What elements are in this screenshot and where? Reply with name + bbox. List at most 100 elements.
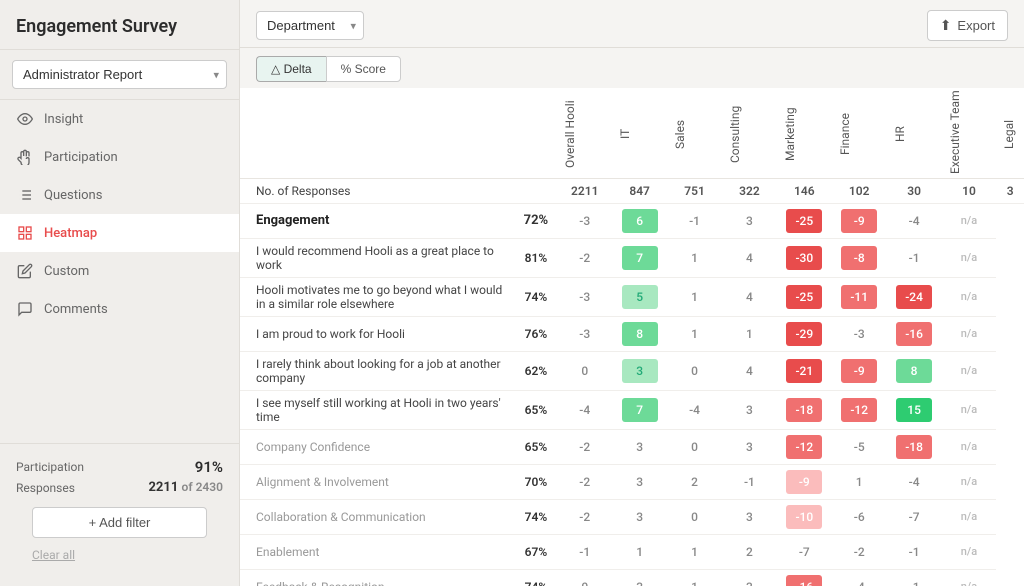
cell-5-3: 3	[722, 390, 777, 429]
toggle-delta-button[interactable]: △ Delta	[256, 56, 326, 82]
cell-9-5: -2	[832, 534, 887, 569]
department-dropdown-wrapper[interactable]: Department	[256, 11, 364, 40]
responses-val-6: 30	[887, 178, 942, 203]
cell-value-7-0: -2	[567, 470, 603, 494]
table-row: I would recommend Hooli as a great place…	[240, 238, 1024, 277]
cell-value-10-1: 3	[622, 575, 658, 586]
clear-all-link[interactable]: Clear all	[16, 546, 223, 572]
row-label-6: Company Confidence	[240, 429, 515, 464]
cell-value-4-0: 0	[567, 359, 603, 383]
table-row: I rarely think about looking for a job a…	[240, 351, 1024, 390]
cell-value-3-1: 8	[622, 322, 658, 346]
toggle-score-button[interactable]: % Score	[326, 56, 401, 82]
cell-0-5: -9	[832, 203, 887, 238]
cell-value-9-3: 2	[731, 540, 767, 564]
report-dropdown[interactable]: Administrator Report Manager Report	[12, 60, 227, 89]
cell-value-5-6: 15	[896, 398, 932, 422]
row-pct-8: 74%	[515, 499, 558, 534]
cell-value-1-1: 7	[622, 246, 658, 270]
row-pct-5: 65%	[515, 390, 558, 429]
add-filter-button[interactable]: + Add filter	[32, 507, 207, 538]
cell-9-2: 1	[667, 534, 722, 569]
cell-0-1: 6	[612, 203, 667, 238]
row-label-9: Enablement	[240, 534, 515, 569]
sidebar-item-heatmap[interactable]: Heatmap	[0, 214, 239, 252]
cell-value-3-0: -3	[567, 322, 603, 346]
cell-6-5: -5	[832, 429, 887, 464]
table-row: Company Confidence65%-2303-12-5-18n/a	[240, 429, 1024, 464]
cell-1-3: 4	[722, 238, 777, 277]
cell-value-9-4: -7	[786, 540, 822, 564]
report-dropdown-wrapper[interactable]: Administrator Report Manager Report	[0, 50, 239, 100]
cell-value-4-1: 3	[622, 359, 658, 383]
grid-icon	[16, 224, 34, 242]
cell-value-4-4: -21	[786, 359, 822, 383]
sidebar-item-comments[interactable]: Comments	[0, 290, 239, 328]
cell-value-8-3: 3	[731, 505, 767, 529]
cell-value-1-5: -8	[841, 246, 877, 270]
cell-value-6-1: 3	[622, 435, 658, 459]
row-label-5: I see myself still working at Hooli in t…	[240, 390, 515, 429]
cell-1-6: -1	[887, 238, 942, 277]
cell-value-8-7: n/a	[951, 505, 987, 529]
sidebar-item-custom[interactable]: Custom	[0, 252, 239, 290]
cell-value-9-7: n/a	[951, 540, 987, 564]
cell-4-7: n/a	[942, 351, 997, 390]
col-header-1: IT	[612, 88, 667, 178]
cell-value-6-6: -18	[896, 435, 932, 459]
cell-4-1: 3	[612, 351, 667, 390]
cell-3-2: 1	[667, 316, 722, 351]
cell-value-3-4: -29	[786, 322, 822, 346]
app-title: Engagement Survey	[0, 0, 239, 50]
cell-8-0: -2	[557, 499, 612, 534]
cell-1-4: -30	[777, 238, 832, 277]
cell-value-9-5: -2	[841, 540, 877, 564]
cell-value-3-5: -3	[841, 322, 877, 346]
cell-value-4-5: -9	[841, 359, 877, 383]
cell-value-8-2: 0	[677, 505, 713, 529]
cell-7-4: -9	[777, 464, 832, 499]
cell-value-4-2: 0	[677, 359, 713, 383]
cell-7-2: 2	[667, 464, 722, 499]
cell-value-5-2: -4	[677, 398, 713, 422]
cell-value-0-1: 6	[622, 209, 658, 233]
export-button[interactable]: ⬆ Export	[927, 10, 1008, 41]
cell-9-6: -1	[887, 534, 942, 569]
cell-8-7: n/a	[942, 499, 997, 534]
cell-8-5: -6	[832, 499, 887, 534]
cell-value-3-2: 1	[677, 322, 713, 346]
cell-value-2-2: 1	[677, 285, 713, 309]
participation-value: 91%	[195, 458, 223, 476]
cell-1-7: n/a	[942, 238, 997, 277]
responses-val-4: 146	[777, 178, 832, 203]
hand-icon	[16, 148, 34, 166]
responses-val-7: 10	[942, 178, 997, 203]
sidebar-item-insight[interactable]: Insight	[0, 100, 239, 138]
row-label-2: Hooli motivates me to go beyond what I w…	[240, 277, 515, 316]
cell-value-8-1: 3	[622, 505, 658, 529]
cell-value-10-7: n/a	[951, 575, 987, 586]
cell-value-7-3: -1	[731, 470, 767, 494]
cell-1-1: 7	[612, 238, 667, 277]
col-header-3: Consulting	[722, 88, 777, 178]
sidebar-item-participation[interactable]: Participation	[0, 138, 239, 176]
responses-val-2: 751	[667, 178, 722, 203]
cell-3-6: -16	[887, 316, 942, 351]
col-header-4: Marketing	[777, 88, 832, 178]
cell-9-4: -7	[777, 534, 832, 569]
cell-value-2-3: 4	[731, 285, 767, 309]
cell-0-2: -1	[667, 203, 722, 238]
department-dropdown[interactable]: Department	[256, 11, 364, 40]
row-pct-7: 70%	[515, 464, 558, 499]
cell-8-2: 0	[667, 499, 722, 534]
cell-value-10-2: 1	[677, 575, 713, 586]
cell-value-7-4: -9	[786, 470, 822, 494]
cell-3-3: 1	[722, 316, 777, 351]
cell-8-3: 3	[722, 499, 777, 534]
cell-value-0-4: -25	[786, 209, 822, 233]
table-row: Engagement72%-36-13-25-9-4n/a	[240, 203, 1024, 238]
cell-value-8-0: -2	[567, 505, 603, 529]
sidebar-item-questions[interactable]: Questions	[0, 176, 239, 214]
cell-value-10-5: -4	[841, 575, 877, 586]
responses-total: of 2430	[182, 480, 223, 494]
